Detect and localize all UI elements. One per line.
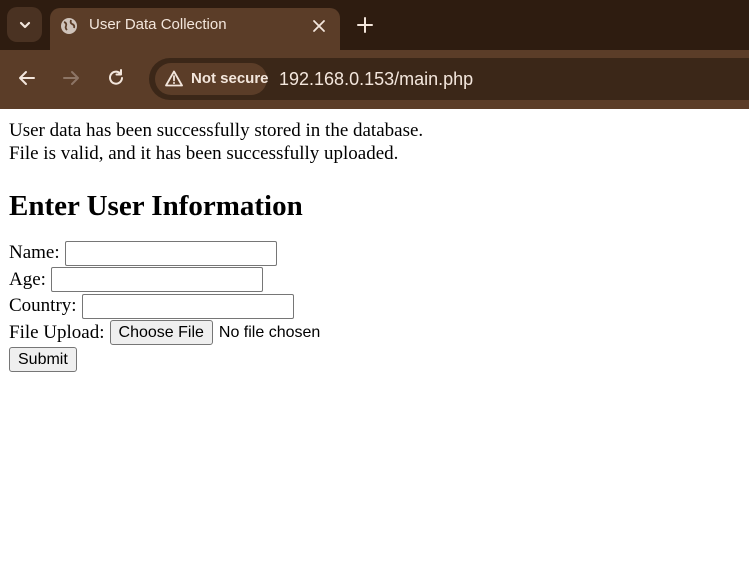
- address-bar[interactable]: Not secure 192.168.0.153/main.php: [149, 58, 749, 100]
- close-icon[interactable]: [312, 19, 326, 33]
- plus-icon[interactable]: [355, 15, 375, 35]
- country-field[interactable]: [81, 293, 294, 319]
- age-label: Age:: [9, 268, 46, 290]
- tab-title: User Data Collection: [89, 16, 227, 33]
- back-arrow-icon[interactable]: [17, 68, 37, 88]
- age-field[interactable]: [50, 267, 263, 293]
- forward-arrow-icon[interactable]: [61, 68, 81, 88]
- country-label: Country:: [9, 295, 77, 317]
- file-upload-row: File Upload: Choose File No file chosen: [9, 320, 739, 347]
- country-row: Country:: [9, 293, 739, 320]
- reload-icon[interactable]: [106, 68, 126, 88]
- browser-tab[interactable]: User Data Collection: [50, 8, 340, 50]
- tab-search-button[interactable]: [7, 7, 42, 42]
- file-upload-label: File Upload:: [9, 321, 105, 343]
- name-field[interactable]: [64, 240, 277, 266]
- browser-toolbar: Not secure 192.168.0.153/main.php: [0, 50, 749, 109]
- security-label: Not secure: [191, 70, 269, 87]
- globe-icon: [61, 18, 77, 34]
- name-label: Name:: [9, 242, 60, 264]
- success-message-upload: File is valid, and it has been successfu…: [9, 143, 399, 164]
- choose-file-button[interactable]: Choose File: [109, 320, 213, 346]
- form-title: Enter User Information: [9, 190, 303, 222]
- warning-triangle-icon: [165, 70, 183, 87]
- user-info-form: Name: Age: Country: File Upload: Choose …: [9, 240, 739, 373]
- submit-row: Submit: [9, 346, 739, 373]
- submit-button[interactable]: Submit: [9, 346, 77, 372]
- url-text[interactable]: 192.168.0.153/main.php: [279, 69, 473, 90]
- file-status: No file chosen: [218, 323, 321, 341]
- success-message-db: User data has been successfully stored i…: [9, 120, 424, 141]
- page-content: User data has been successfully stored i…: [9, 109, 739, 373]
- chevron-down-icon: [19, 21, 30, 28]
- name-row: Name:: [9, 240, 739, 267]
- security-chip[interactable]: Not secure: [155, 63, 269, 95]
- tab-strip: User Data Collection: [0, 0, 749, 50]
- age-row: Age:: [9, 267, 739, 294]
